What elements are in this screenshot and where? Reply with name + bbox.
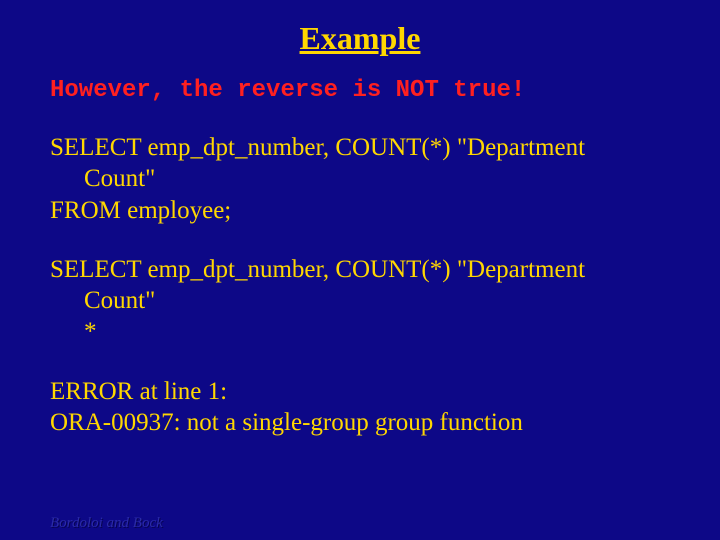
- slide-title: Example: [50, 20, 670, 57]
- error-line-1: ERROR at line 1:: [50, 378, 227, 405]
- query-line-1: SELECT emp_dpt_number, COUNT(*) "Departm…: [50, 134, 585, 161]
- echo-marker: *: [50, 316, 670, 347]
- footer-credit: Bordoloi and Bock: [50, 515, 163, 532]
- sql-query-block: SELECT emp_dpt_number, COUNT(*) "Departm…: [50, 132, 670, 226]
- echo-line-1: SELECT emp_dpt_number, COUNT(*) "Departm…: [50, 256, 585, 283]
- warning-text: However, the reverse is NOT true!: [50, 77, 670, 104]
- query-line-2: Count": [50, 163, 670, 194]
- error-line-2: ORA-00937: not a single-group group func…: [50, 409, 523, 436]
- echo-line-2: Count": [50, 285, 670, 316]
- query-line-3: FROM employee;: [50, 197, 231, 224]
- error-block: ERROR at line 1: ORA-00937: not a single…: [50, 376, 670, 439]
- sql-echo-block: SELECT emp_dpt_number, COUNT(*) "Departm…: [50, 254, 670, 348]
